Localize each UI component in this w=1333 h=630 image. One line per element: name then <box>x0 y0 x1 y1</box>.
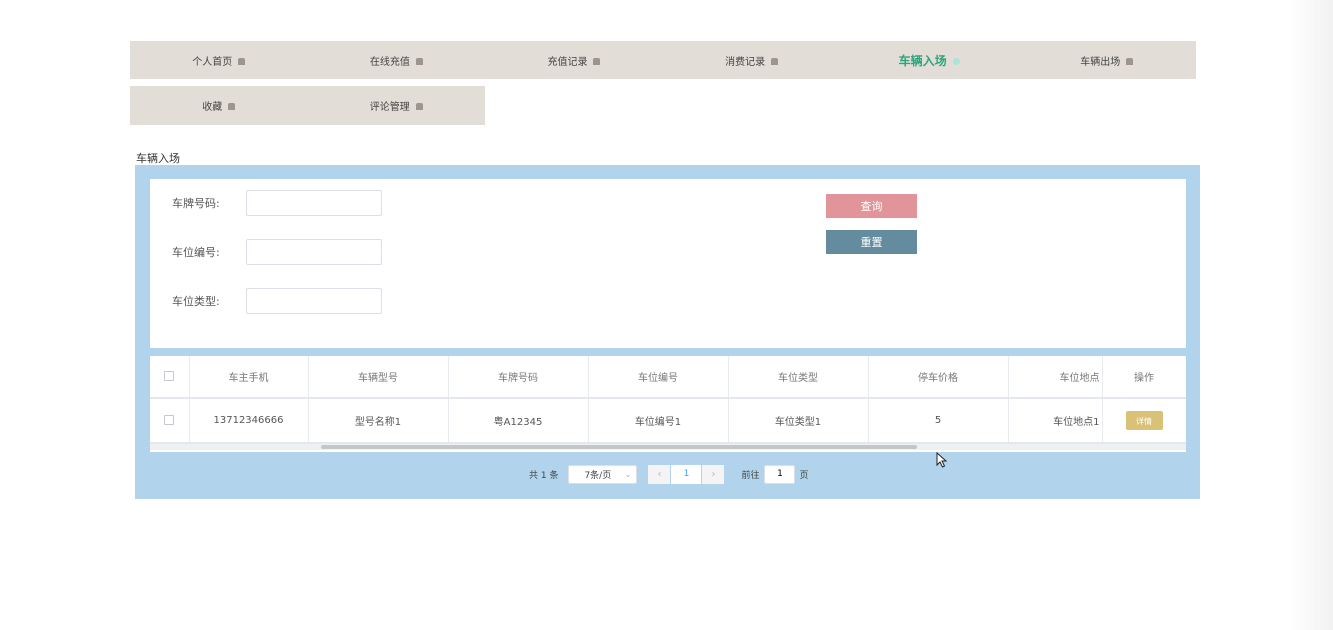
column-header: 车位类型 <box>728 356 869 399</box>
search-form: 车牌号码: 车位编号: 车位类型: 查询 重置 <box>150 179 1186 348</box>
cell-price: 5 <box>868 398 1009 444</box>
home-icon <box>415 103 423 110</box>
home-icon <box>593 57 601 65</box>
table-row: 13712346666 型号名称1 粤A12345 车位编号1 车位类型1 5 … <box>150 398 1186 444</box>
nav-item-favorites[interactable]: 收藏 <box>130 86 308 125</box>
nav-item-label: 在线充值 <box>369 56 410 68</box>
plate-field-row: 车牌号码: <box>172 190 382 216</box>
page-title: 车辆入场 <box>136 152 180 165</box>
detail-button[interactable]: 详情 <box>1125 411 1163 430</box>
chevron-down-icon: ⌄ <box>624 469 632 479</box>
horizontal-scrollbar[interactable] <box>150 444 1186 450</box>
nav-item-label: 充值记录 <box>547 56 588 68</box>
select-all-cell <box>150 356 190 399</box>
page-size-value: 7条/页 <box>584 470 612 481</box>
plate-label: 车牌号码: <box>172 197 220 210</box>
home-icon <box>415 57 423 65</box>
row-checkbox[interactable] <box>164 415 175 425</box>
cell-actions: 详情 <box>1102 398 1186 444</box>
nav-item-vehicle-entry[interactable]: 车辆入场 <box>840 41 1018 79</box>
nav-item-vehicle-exit[interactable]: 车辆出场 <box>1018 41 1196 79</box>
top-nav-row-1: 个人首页 在线充值 充值记录 消费记录 车辆入场 车辆出场 <box>130 41 1196 79</box>
home-icon <box>771 57 779 65</box>
nav-item-label: 车辆出场 <box>1080 56 1121 68</box>
nav-item-label: 个人首页 <box>192 56 233 68</box>
next-page-button[interactable]: › <box>702 464 725 484</box>
home-icon <box>238 57 246 65</box>
query-button[interactable]: 查询 <box>826 194 917 218</box>
cell-spot-no: 车位编号1 <box>588 398 729 444</box>
nav-item-consumption-records[interactable]: 消费记录 <box>663 41 841 79</box>
home-icon <box>228 103 236 110</box>
goto-label: 前往 <box>741 470 760 481</box>
data-table: 车主手机 车辆型号 车牌号码 车位编号 车位类型 停车价格 车位地点 操作 13… <box>150 356 1186 452</box>
goto-unit: 页 <box>799 470 809 481</box>
prev-page-button[interactable]: ‹ <box>648 464 671 484</box>
spot-type-label: 车位类型: <box>172 295 220 308</box>
plate-input[interactable] <box>246 190 382 216</box>
cell-plate: 粤A12345 <box>448 398 589 444</box>
nav-item-home[interactable]: 个人首页 <box>130 41 308 79</box>
home-icon <box>1126 57 1134 65</box>
cell-phone: 13712346666 <box>189 398 309 444</box>
column-header: 车辆型号 <box>308 356 449 399</box>
goto-page-input[interactable] <box>764 464 796 484</box>
column-header: 车位编号 <box>588 356 729 399</box>
spot-no-input[interactable] <box>246 239 382 265</box>
spot-no-field-row: 车位编号: <box>172 239 382 265</box>
page-size-select[interactable]: 7条/页 ⌄ <box>568 464 638 484</box>
nav-item-label: 消费记录 <box>725 56 766 68</box>
active-dot-icon <box>952 57 960 65</box>
nav-item-label: 车辆入场 <box>898 53 947 68</box>
column-header: 车牌号码 <box>448 356 589 399</box>
nav-item-recharge[interactable]: 在线充值 <box>308 41 486 79</box>
mouse-cursor-icon <box>936 452 948 468</box>
table-header-row: 车主手机 车辆型号 车牌号码 车位编号 车位类型 停车价格 车位地点 操作 <box>150 356 1186 399</box>
row-select-cell <box>150 398 190 444</box>
nav-item-recharge-records[interactable]: 充值记录 <box>485 41 663 79</box>
column-header: 停车价格 <box>868 356 1009 399</box>
reset-button[interactable]: 重置 <box>826 230 917 254</box>
nav-item-comment-management[interactable]: 评论管理 <box>308 86 486 125</box>
cell-spot-type: 车位类型1 <box>728 398 869 444</box>
spot-type-field-row: 车位类型: <box>172 288 382 314</box>
scrollbar-thumb[interactable] <box>321 445 917 449</box>
cell-location: 车位地点1 <box>1008 398 1103 444</box>
column-header: 操作 <box>1102 356 1186 399</box>
nav-item-label: 评论管理 <box>369 102 410 113</box>
spot-no-label: 车位编号: <box>172 246 220 259</box>
page-right-shade <box>1290 0 1333 630</box>
cell-model: 型号名称1 <box>308 398 449 444</box>
pagination-total: 共 1 条 <box>529 470 559 481</box>
column-header: 车主手机 <box>189 356 309 399</box>
nav-item-label: 收藏 <box>202 102 223 113</box>
spot-type-input[interactable] <box>246 288 382 314</box>
column-header: 车位地点 <box>1008 356 1103 399</box>
top-nav-row-2: 收藏 评论管理 <box>130 86 485 125</box>
pagination: 共 1 条 7条/页 ⌄ ‹ 1 › 前往 页 <box>529 464 808 484</box>
page-number-current[interactable]: 1 <box>671 464 702 484</box>
select-all-checkbox[interactable] <box>164 371 175 381</box>
main-panel: 车牌号码: 车位编号: 车位类型: 查询 重置 车主手机 车辆型号 车牌号码 车… <box>135 165 1200 499</box>
